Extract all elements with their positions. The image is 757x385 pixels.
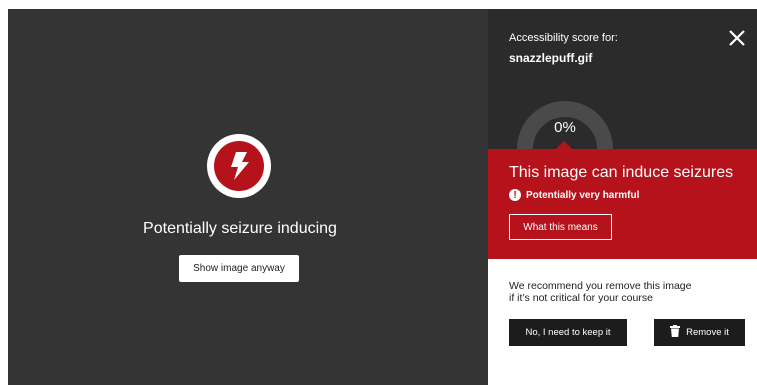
recommendation-line-2: if it’s not critical for your course: [509, 292, 653, 304]
exclamation-icon: !: [509, 189, 521, 201]
score-label: Accessibility score for:: [509, 32, 618, 44]
score-header: Accessibility score for: snazzlepuff.gif…: [488, 9, 757, 149]
remove-button-label: Remove it: [686, 327, 729, 338]
remove-image-button[interactable]: Remove it: [654, 319, 745, 346]
what-this-means-button[interactable]: What this means: [509, 214, 612, 240]
seizure-warning-badge: [207, 134, 271, 198]
severity-label: Potentially very harmful: [526, 189, 640, 201]
show-image-anyway-button[interactable]: Show image anyway: [179, 255, 299, 282]
image-preview-area: Potentially seizure inducing Show image …: [8, 9, 488, 385]
score-value: 0%: [554, 119, 576, 136]
trash-icon: [670, 325, 681, 340]
severity-row: ! Potentially very harmful: [509, 189, 639, 201]
preview-warning-title: Potentially seizure inducing: [143, 220, 337, 237]
recommendation-text: We recommend you remove this image if it…: [509, 280, 749, 304]
keep-image-button[interactable]: No, I need to keep it: [509, 319, 627, 346]
warning-section: This image can induce seizures ! Potenti…: [488, 149, 757, 259]
lightning-bolt-icon: [214, 141, 264, 191]
image-review-dialog: Potentially seizure inducing Show image …: [8, 9, 757, 385]
accessibility-panel: Accessibility score for: snazzlepuff.gif…: [488, 9, 757, 385]
warning-title: This image can induce seizures: [509, 164, 734, 181]
close-icon[interactable]: [726, 27, 748, 49]
gauge-pointer: [556, 141, 572, 149]
image-filename: snazzlepuff.gif: [509, 51, 593, 65]
recommendation-line-1: We recommend you remove this image: [509, 280, 692, 292]
